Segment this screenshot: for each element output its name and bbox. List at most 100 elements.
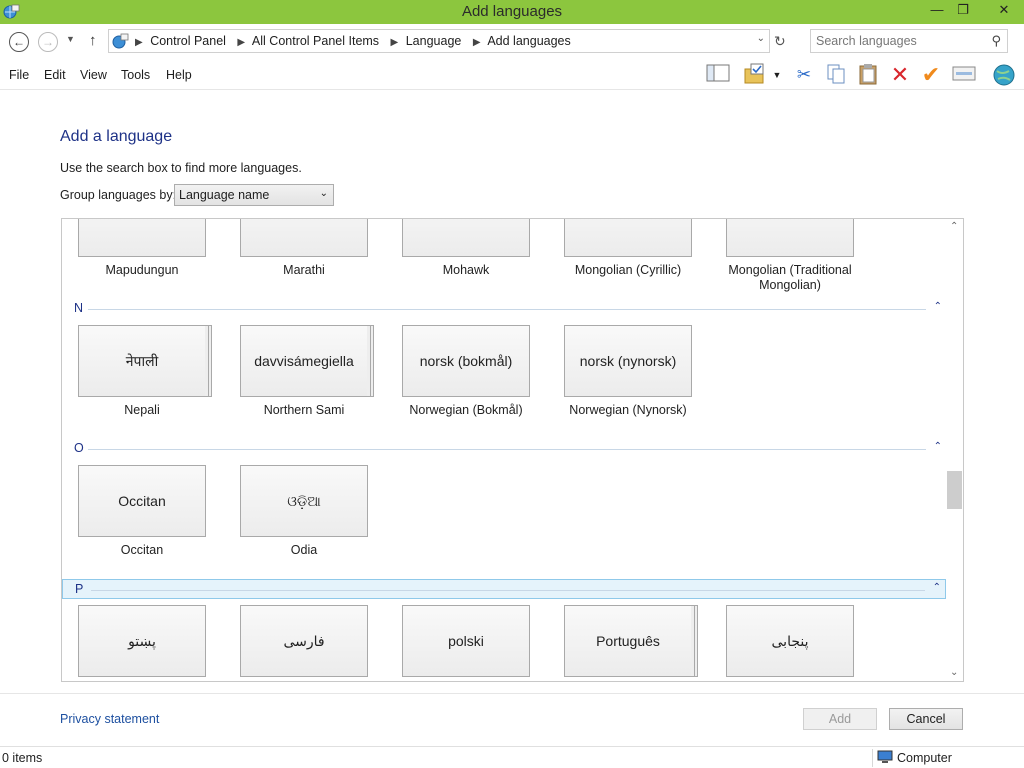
language-tile[interactable]: polski bbox=[402, 605, 530, 677]
group-header-p[interactable]: P ⌃ bbox=[62, 579, 946, 599]
language-tile[interactable]: Português bbox=[564, 605, 698, 677]
checkmark-icon[interactable]: ✔ bbox=[918, 63, 944, 87]
breadcrumb-separator-icon[interactable]: ▶ bbox=[135, 37, 143, 48]
folder-dropdown-chevron-icon[interactable]: ▼ bbox=[770, 63, 784, 87]
menu-edit[interactable]: Edit bbox=[44, 68, 66, 82]
layout-icon[interactable] bbox=[705, 63, 731, 87]
language-tile[interactable]: नेपाली bbox=[78, 325, 212, 397]
scroll-down-chevron-icon[interactable]: ⌄ bbox=[950, 667, 958, 678]
group-divider bbox=[88, 449, 926, 450]
refresh-icon[interactable]: ↻ bbox=[774, 33, 786, 50]
native-language-name: norsk (bokmål) bbox=[419, 353, 513, 369]
native-language-name: Occitan bbox=[118, 493, 166, 509]
language-tile[interactable]: norsk (nynorsk) bbox=[564, 325, 692, 397]
language-name: Odia bbox=[290, 543, 318, 557]
language-tile[interactable]: ᠮᠤ bbox=[726, 219, 854, 257]
group-divider bbox=[91, 590, 925, 591]
back-button[interactable]: ← bbox=[9, 32, 29, 52]
breadcrumb: ▶ Control Panel ▶ All Control Panel Item… bbox=[131, 34, 575, 48]
title-bar: Add languages — ❐ ✕ bbox=[0, 0, 1024, 24]
language-name: Mongolian (Traditional Mongolian) bbox=[728, 263, 852, 292]
control-panel-icon bbox=[112, 33, 129, 49]
footer-divider bbox=[0, 693, 1024, 694]
language-tile[interactable]: Монгол хэл bbox=[564, 219, 692, 257]
native-language-name: Mapudungun bbox=[79, 219, 205, 248]
language-name: Marathi bbox=[283, 263, 325, 277]
group-letter: N bbox=[74, 301, 84, 315]
forward-button[interactable]: → bbox=[38, 32, 58, 52]
search-icon[interactable]: ⚲ bbox=[991, 33, 1001, 49]
vertical-scrollbar[interactable]: ⌃ ⌄ bbox=[946, 219, 963, 681]
paste-icon[interactable] bbox=[855, 63, 881, 87]
native-language-name: davvisámegiella bbox=[254, 353, 354, 369]
folder-check-icon[interactable] bbox=[743, 63, 769, 87]
search-placeholder: Search languages bbox=[816, 34, 917, 48]
language-name: Mohawk bbox=[442, 263, 490, 277]
privacy-statement-link[interactable]: Privacy statement bbox=[60, 712, 159, 726]
copy-icon[interactable] bbox=[823, 63, 849, 87]
menu-help[interactable]: Help bbox=[166, 68, 192, 82]
group-header-o[interactable]: O ⌃ bbox=[70, 439, 946, 459]
group-divider bbox=[88, 309, 926, 310]
language-tile[interactable]: मराठी bbox=[240, 219, 368, 257]
collapse-chevron-icon[interactable]: ⌃ bbox=[934, 441, 942, 452]
language-tile[interactable]: پنجابی bbox=[726, 605, 854, 677]
address-dropdown-chevron-icon[interactable]: ⌄ bbox=[757, 33, 765, 44]
menu-file[interactable]: File bbox=[9, 68, 29, 82]
collapse-chevron-icon[interactable]: ⌃ bbox=[933, 582, 941, 593]
status-bar: 0 items Computer bbox=[0, 746, 1024, 768]
group-by-select[interactable]: Language name ⌄ bbox=[174, 184, 334, 206]
language-name: Mongolian (Cyrillic) bbox=[574, 263, 682, 277]
language-name: Northern Sami bbox=[263, 403, 345, 417]
add-button[interactable]: Add bbox=[803, 708, 877, 730]
native-language-name: polski bbox=[448, 633, 484, 649]
breadcrumb-add-languages[interactable]: Add languages bbox=[487, 34, 570, 48]
cut-icon[interactable]: ✂ bbox=[791, 63, 817, 87]
language-tile[interactable]: norsk (bokmål) bbox=[402, 325, 530, 397]
native-language-name: پښتو bbox=[128, 632, 156, 649]
breadcrumb-control-panel[interactable]: Control Panel bbox=[150, 34, 226, 48]
close-button[interactable]: ✕ bbox=[984, 0, 1024, 20]
address-bar[interactable]: ▶ Control Panel ▶ All Control Panel Item… bbox=[108, 29, 770, 53]
language-list[interactable]: Mapudungun Mapudungun मराठी Marathi Kanien'k… bbox=[61, 218, 964, 682]
cancel-button[interactable]: Cancel bbox=[889, 708, 963, 730]
scrollbar-thumb[interactable] bbox=[947, 471, 962, 509]
language-tile[interactable]: Kanien'keha bbox=[402, 219, 530, 257]
language-tile[interactable]: Occitan bbox=[78, 465, 206, 537]
native-language-name: ଓଡ଼ିଆ bbox=[287, 492, 321, 509]
tile-stack-edge bbox=[209, 325, 212, 397]
breadcrumb-separator-icon[interactable]: ▶ bbox=[391, 37, 399, 48]
globe-icon[interactable] bbox=[991, 63, 1017, 87]
language-tile[interactable]: پښتو bbox=[78, 605, 206, 677]
navigation-bar: ← → ▼ ↑ ▶ Control Panel ▶ All Control Pa… bbox=[0, 24, 1024, 60]
menu-bar: File Edit View Tools Help ▼ ✂ ✕ ✔ bbox=[0, 60, 1024, 90]
up-arrow-icon[interactable]: ↑ bbox=[89, 32, 97, 49]
native-language-name: پنجابی bbox=[771, 632, 809, 649]
native-language-name: ᠮᠤ bbox=[727, 219, 853, 248]
recent-locations-chevron-icon[interactable]: ▼ bbox=[66, 34, 75, 44]
menu-view[interactable]: View bbox=[80, 68, 107, 82]
breadcrumb-all-items[interactable]: All Control Panel Items bbox=[252, 34, 379, 48]
item-count: 0 items bbox=[2, 751, 43, 765]
group-by-label: Group languages by: bbox=[60, 188, 177, 202]
language-tile[interactable]: Mapudungun bbox=[78, 219, 206, 257]
group-header-n[interactable]: N ⌃ bbox=[70, 299, 946, 319]
status-divider bbox=[872, 749, 873, 767]
language-tile[interactable]: davvisámegiella bbox=[240, 325, 374, 397]
properties-icon[interactable] bbox=[951, 63, 977, 87]
breadcrumb-separator-icon[interactable]: ▶ bbox=[473, 37, 481, 48]
collapse-chevron-icon[interactable]: ⌃ bbox=[934, 301, 942, 312]
breadcrumb-separator-icon[interactable]: ▶ bbox=[237, 37, 245, 48]
scroll-up-chevron-icon[interactable]: ⌃ bbox=[950, 221, 958, 232]
group-by-value: Language name bbox=[179, 188, 270, 202]
search-input[interactable]: Search languages ⚲ bbox=[810, 29, 1008, 53]
tile-stack-edge bbox=[371, 325, 374, 397]
breadcrumb-language[interactable]: Language bbox=[406, 34, 462, 48]
native-language-name: Монгол хэл bbox=[565, 219, 691, 248]
language-tile[interactable]: ଓଡ଼ିଆ bbox=[240, 465, 368, 537]
computer-icon bbox=[877, 750, 893, 763]
menu-tools[interactable]: Tools bbox=[121, 68, 150, 82]
delete-icon[interactable]: ✕ bbox=[887, 63, 913, 87]
maximize-button[interactable]: ❐ bbox=[948, 0, 978, 20]
language-tile[interactable]: فارسی bbox=[240, 605, 368, 677]
